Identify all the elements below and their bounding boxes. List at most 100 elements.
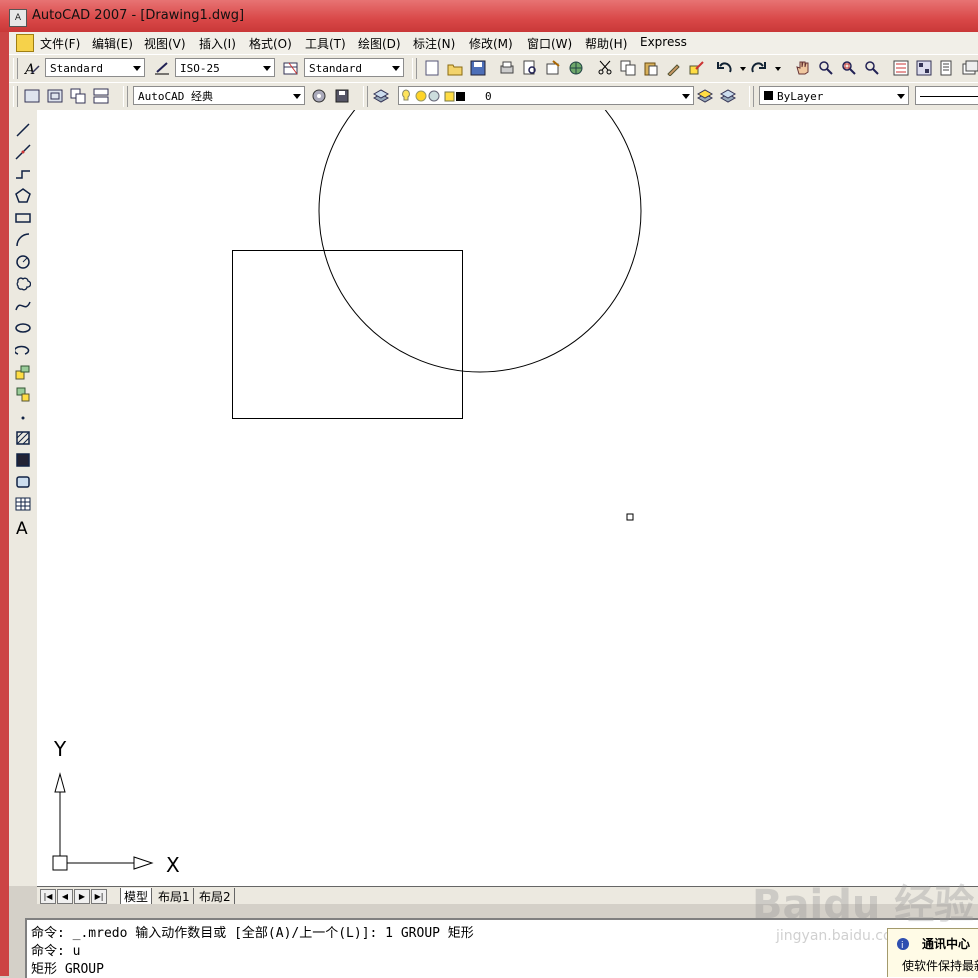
toolbar-grip[interactable] [363,86,368,107]
menu-help[interactable]: 帮助(H) [585,35,627,52]
copy-icon[interactable] [620,60,636,76]
drawing-area[interactable]: Y X [37,110,978,888]
color-swatch [764,91,773,100]
redo-icon[interactable] [750,60,766,76]
undo-dropdown-icon[interactable] [740,67,746,71]
pan-icon[interactable] [795,60,811,76]
toolbar-grip[interactable] [13,86,18,107]
cascade-windows-icon[interactable] [93,88,109,104]
construction-line-icon[interactable] [15,144,31,160]
gradient-icon[interactable] [15,452,31,468]
plot-preview-icon[interactable] [522,60,538,76]
menu-edit[interactable]: 编辑(E) [92,35,133,52]
color-combo[interactable]: ByLayer [759,86,909,105]
text-style-combo[interactable]: Standard [45,58,145,77]
revision-cloud-icon[interactable] [15,276,31,292]
publish-icon[interactable] [545,60,561,76]
toolbar-grip[interactable] [123,86,128,107]
redo-dropdown-icon[interactable] [775,67,781,71]
layer-previous-icon[interactable] [720,88,736,104]
menu-view[interactable]: 视图(V) [144,35,186,52]
circle-icon[interactable] [15,254,31,270]
paste-icon[interactable] [643,60,659,76]
point-icon[interactable] [15,408,31,424]
menu-window[interactable]: 窗口(W) [527,35,572,52]
menu-express[interactable]: Express [640,35,687,49]
ellipse-arc-icon[interactable] [15,342,31,358]
menu-dimension[interactable]: 标注(N) [413,35,455,52]
menu-tools[interactable]: 工具(T) [305,35,346,52]
new-file-icon[interactable] [424,60,440,76]
toolbar-grip[interactable] [412,58,417,79]
rectangle-icon[interactable] [15,210,31,226]
dim-style-combo[interactable]: ISO-25 [175,58,275,77]
polyline-icon[interactable] [15,166,31,182]
linetype-combo[interactable] [915,86,978,105]
design-center-icon[interactable] [916,60,932,76]
drawing-canvas[interactable]: Y X [37,110,978,888]
plot-icon[interactable] [499,60,515,76]
undo-icon[interactable] [717,60,733,76]
insert-block-icon[interactable] [15,364,31,380]
zoom-window-icon[interactable] [841,60,857,76]
menu-format[interactable]: 格式(O) [249,35,292,52]
dim-style-icon[interactable] [154,60,170,76]
rectangle-entity[interactable] [232,250,463,419]
chevron-down-icon [263,66,271,71]
block-editor-icon[interactable] [689,60,705,76]
title-bar: A AutoCAD 2007 - [Drawing1.dwg] [0,0,978,32]
make-block-icon[interactable] [15,386,31,402]
menu-draw[interactable]: 绘图(D) [358,35,401,52]
communication-center-balloon[interactable]: i 通讯中心 使软件保持最新 [887,928,978,977]
info-icon: i [897,938,909,951]
document-icon[interactable] [16,34,34,52]
region-icon[interactable] [15,474,31,490]
sheet-set-icon[interactable] [962,60,978,76]
arc-icon[interactable] [15,232,31,248]
save-icon[interactable] [470,60,486,76]
model-space-icon[interactable] [24,88,40,104]
menu-insert[interactable]: 插入(I) [199,35,236,52]
polygon-icon[interactable] [15,188,31,204]
tab-layout2[interactable]: 布局2 [196,888,235,905]
toolbar-grip[interactable] [749,86,754,107]
save-workspace-icon[interactable] [334,88,350,104]
previous-tab-button[interactable]: ◀ [57,889,73,904]
open-file-icon[interactable] [447,60,463,76]
layer-manager-icon[interactable] [373,88,389,104]
menu-file[interactable]: 文件(F) [40,35,80,52]
spline-icon[interactable] [15,298,31,314]
tool-palettes-icon[interactable] [939,60,955,76]
menu-modify[interactable]: 修改(M) [469,35,513,52]
tile-windows-icon[interactable] [70,88,86,104]
watermark-url: jingyan.baidu.com [776,928,906,944]
line-icon[interactable] [15,122,31,138]
table-style-icon[interactable] [283,60,299,76]
zoom-realtime-icon[interactable] [818,60,834,76]
make-object-layer-current-icon[interactable] [697,88,713,104]
cut-icon[interactable] [597,60,613,76]
properties-icon[interactable] [893,60,909,76]
table-style-combo[interactable]: Standard [304,58,404,77]
autocad-app-icon[interactable]: A [9,9,27,27]
tab-model[interactable]: 模型 [120,888,153,905]
tab-layout1[interactable]: 布局1 [155,888,194,905]
workspace-combo[interactable]: AutoCAD 经典 [133,86,305,105]
ellipse-icon[interactable] [15,320,31,336]
last-tab-button[interactable]: ▶| [91,889,107,904]
workspace-settings-icon[interactable] [311,88,327,104]
zoom-previous-icon[interactable] [864,60,880,76]
3d-dwf-icon[interactable] [568,60,584,76]
text-style-icon[interactable]: A [24,60,40,76]
layout-space-icon[interactable] [47,88,63,104]
multiline-text-icon[interactable]: A [15,518,31,536]
match-properties-icon[interactable] [666,60,682,76]
circle-entity[interactable] [318,110,642,373]
toolbar-grip[interactable] [13,58,18,79]
command-line-3: 矩形 GROUP [31,962,104,977]
first-tab-button[interactable]: |◀ [40,889,56,904]
next-tab-button[interactable]: ▶ [74,889,90,904]
layer-combo[interactable]: 0 [398,86,694,105]
hatch-icon[interactable] [15,430,31,446]
table-icon[interactable] [15,496,31,512]
